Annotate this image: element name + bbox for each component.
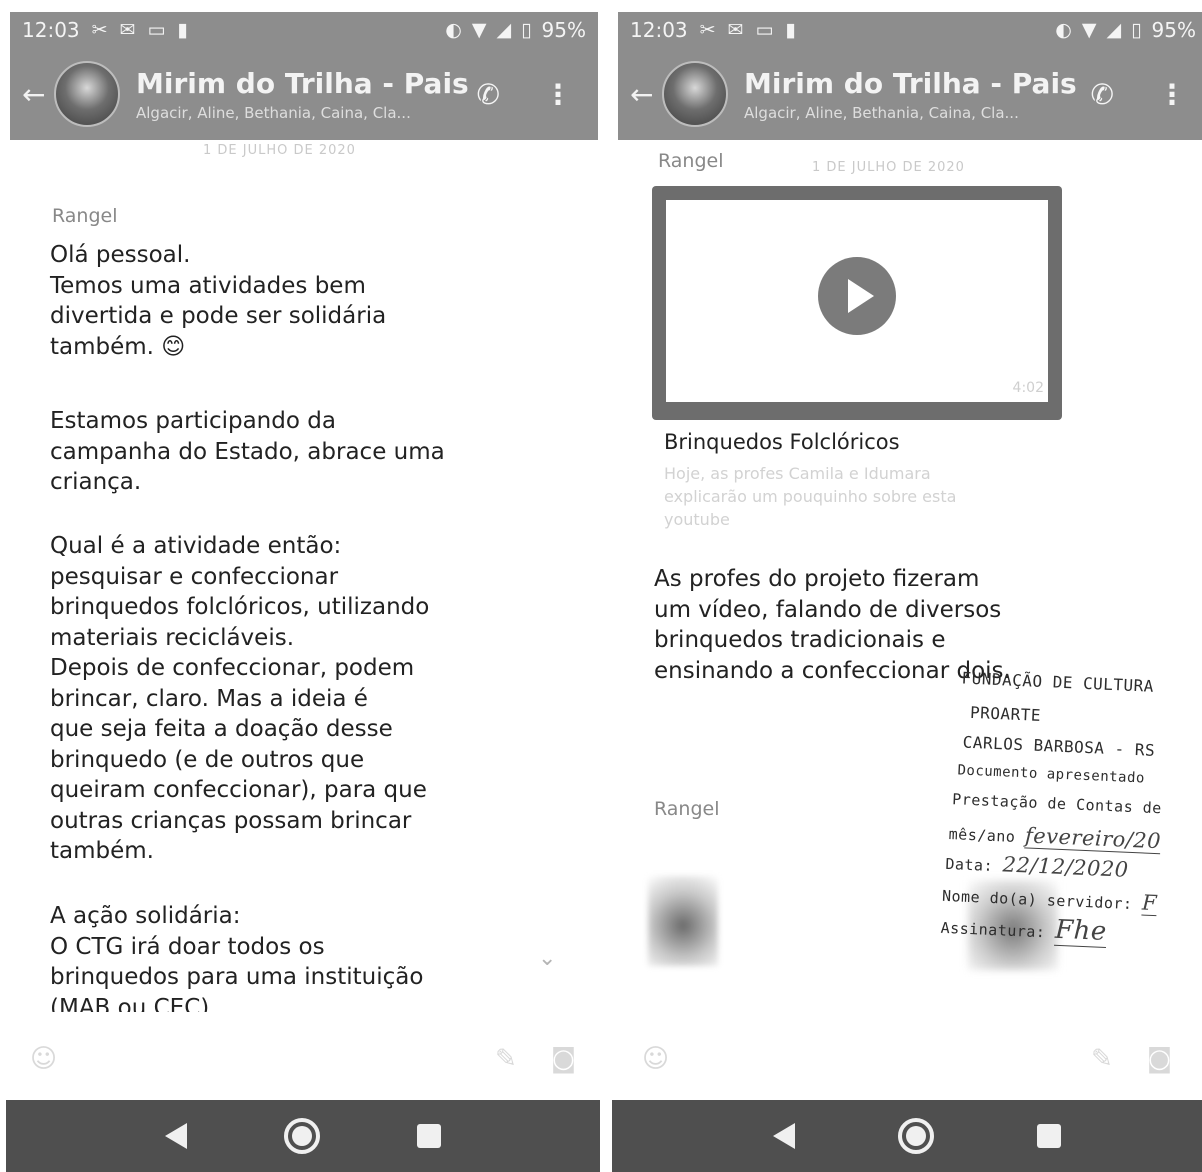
message-text: A ação solidária: O CTG irá doar todos o…	[50, 903, 424, 1012]
data-saver-icon: ◐	[1055, 18, 1072, 41]
camera-icon[interactable]: ◙	[551, 1044, 576, 1074]
blurred-image[interactable]	[648, 876, 718, 966]
message-text: Qual é a atividade então: pesquisar e co…	[50, 533, 430, 864]
scroll-down-icon[interactable]: ⌄	[538, 946, 556, 971]
status-bar: 12:03 ✂ ✉ ▭ ▮ ◐ ▼ ◢ ▯ 95%	[10, 12, 598, 48]
signal-icon: ◢	[1106, 18, 1122, 41]
message-clip: A ação solidária: O CTG irá doar todos o…	[0, 896, 606, 1012]
battery-percent: 95%	[1151, 18, 1196, 42]
nav-back-icon[interactable]	[164, 1123, 187, 1149]
chat-header: ← Mirim do Trilha - Pais Algacir, Aline,…	[618, 48, 1202, 140]
stamp-handwriting: 22/12/2020	[1002, 852, 1130, 882]
stamp-line: Prestação de Contas de	[951, 790, 1163, 818]
chat-title: Mirim do Trilha - Pais	[744, 66, 1077, 100]
chat-header: ← Mirim do Trilha - Pais Algacir, Aline,…	[10, 48, 598, 140]
stamp-line: mês/ano fevereiro/20	[948, 820, 1162, 855]
status-bar: 12:03 ✂ ✉ ▭ ▮ ◐ ▼ ◢ ▯ 95%	[618, 12, 1202, 48]
date-chip: 1 DE JULHO DE 2020	[812, 160, 965, 175]
date-chip: 1 DE JULHO DE 2020	[203, 143, 356, 158]
mail-icon: ✉	[119, 18, 136, 41]
cast-icon: ▭	[147, 18, 166, 41]
link-preview-description: Hoje, as profes Camila e Idumara explica…	[664, 464, 957, 529]
cast-icon: ▭	[755, 18, 774, 41]
message-sender: Rangel	[658, 150, 724, 172]
stamp-line: CARLOS BARBOSA - RS	[962, 732, 1156, 760]
add-call-icon[interactable]: ✆	[1091, 78, 1114, 111]
stamp-line: FUNDAÇÃO DE CULTURA	[961, 668, 1155, 696]
message-sender: Rangel	[52, 205, 118, 227]
wifi-icon: ▼	[471, 18, 487, 41]
stamp-label: Assinatura:	[940, 918, 1046, 942]
attach-icon[interactable]: ✎	[1091, 1044, 1113, 1074]
stamp-line: Assinatura: Fhe	[940, 910, 1108, 948]
add-call-icon[interactable]: ✆	[477, 78, 500, 111]
navigation-bar	[612, 1100, 1202, 1172]
nav-home-icon[interactable]	[283, 1118, 320, 1154]
battery-icon: ▯	[1131, 18, 1142, 41]
stamp-line: Data: 22/12/2020	[945, 850, 1130, 882]
nav-home-icon[interactable]	[897, 1118, 934, 1154]
attach-icon[interactable]: ✎	[495, 1044, 517, 1074]
mail-icon: ✉	[727, 18, 744, 41]
status-time: 12:03	[630, 18, 688, 42]
signature: Fhe	[1054, 914, 1108, 948]
back-arrow-icon[interactable]: ←	[22, 78, 50, 111]
chat-participants: Algacir, Aline, Bethania, Caina, Cla...	[136, 103, 411, 122]
phone-screen-right: 12:03 ✂ ✉ ▭ ▮ ◐ ▼ ◢ ▯ 95% ← Mirim do Tri…	[612, 0, 1202, 1172]
message-sender: Rangel	[654, 798, 720, 820]
stamp-line: PROARTE	[969, 702, 1042, 725]
stamp-label: Data:	[945, 854, 994, 875]
chat-title-block[interactable]: Mirim do Trilha - Pais Algacir, Aline, B…	[136, 66, 469, 122]
link-preview-title[interactable]: Brinquedos Folclóricos	[664, 430, 900, 454]
group-avatar[interactable]	[662, 61, 728, 127]
phone-screen-left: 12:03 ✂ ✉ ▭ ▮ ◐ ▼ ◢ ▯ 95% ← Mirim do Tri…	[0, 0, 606, 1172]
more-options-icon[interactable]: ⋮	[1158, 78, 1186, 111]
nav-back-icon[interactable]	[773, 1123, 796, 1149]
battery-icon: ▯	[521, 18, 532, 41]
emoji-icon[interactable]: ☺	[30, 1044, 57, 1074]
stamp-handwriting: fevereiro/20	[1024, 823, 1162, 855]
battery-percent: 95%	[541, 18, 586, 42]
video-duration: 4:02	[1012, 380, 1044, 396]
emoji-icon[interactable]: ☺	[642, 1044, 669, 1074]
group-avatar[interactable]	[54, 61, 120, 127]
stamp-label: Nome do(a) servidor:	[941, 886, 1133, 914]
official-stamp: FUNDAÇÃO DE CULTURA PROARTE CARLOS BARBO…	[939, 668, 1202, 979]
message-text: Olá pessoal. Temos uma atividades bem di…	[50, 242, 387, 360]
tools-icon: ✂	[699, 18, 716, 41]
signal-icon: ◢	[496, 18, 512, 41]
nav-recents-icon[interactable]	[417, 1124, 442, 1148]
data-saver-icon: ◐	[445, 18, 462, 41]
message-composer[interactable]: ☺ ✎ ◙	[30, 1036, 576, 1082]
play-icon[interactable]	[818, 257, 896, 335]
message-composer[interactable]: ☺ ✎ ◙	[642, 1036, 1172, 1082]
stamp-handwriting: F	[1141, 890, 1158, 917]
video-thumbnail[interactable]: 4:02	[652, 186, 1062, 420]
tools-icon: ✂	[91, 18, 108, 41]
navigation-bar	[6, 1100, 600, 1172]
wifi-icon: ▼	[1081, 18, 1097, 41]
notes-icon: ▮	[177, 18, 188, 41]
chat-participants: Algacir, Aline, Bethania, Caina, Cla...	[744, 103, 1019, 122]
notes-icon: ▮	[785, 18, 796, 41]
more-options-icon[interactable]: ⋮	[544, 78, 572, 111]
stamp-label: mês/ano	[948, 825, 1016, 846]
nav-recents-icon[interactable]	[1036, 1124, 1061, 1148]
message-text: Estamos participando da campanha do Esta…	[50, 408, 445, 495]
stamp-line: Documento apresentado	[957, 762, 1146, 787]
chat-title: Mirim do Trilha - Pais	[136, 66, 469, 100]
status-time: 12:03	[22, 18, 80, 42]
back-arrow-icon[interactable]: ←	[630, 78, 658, 111]
chat-title-block[interactable]: Mirim do Trilha - Pais Algacir, Aline, B…	[744, 66, 1077, 122]
camera-icon[interactable]: ◙	[1147, 1044, 1172, 1074]
